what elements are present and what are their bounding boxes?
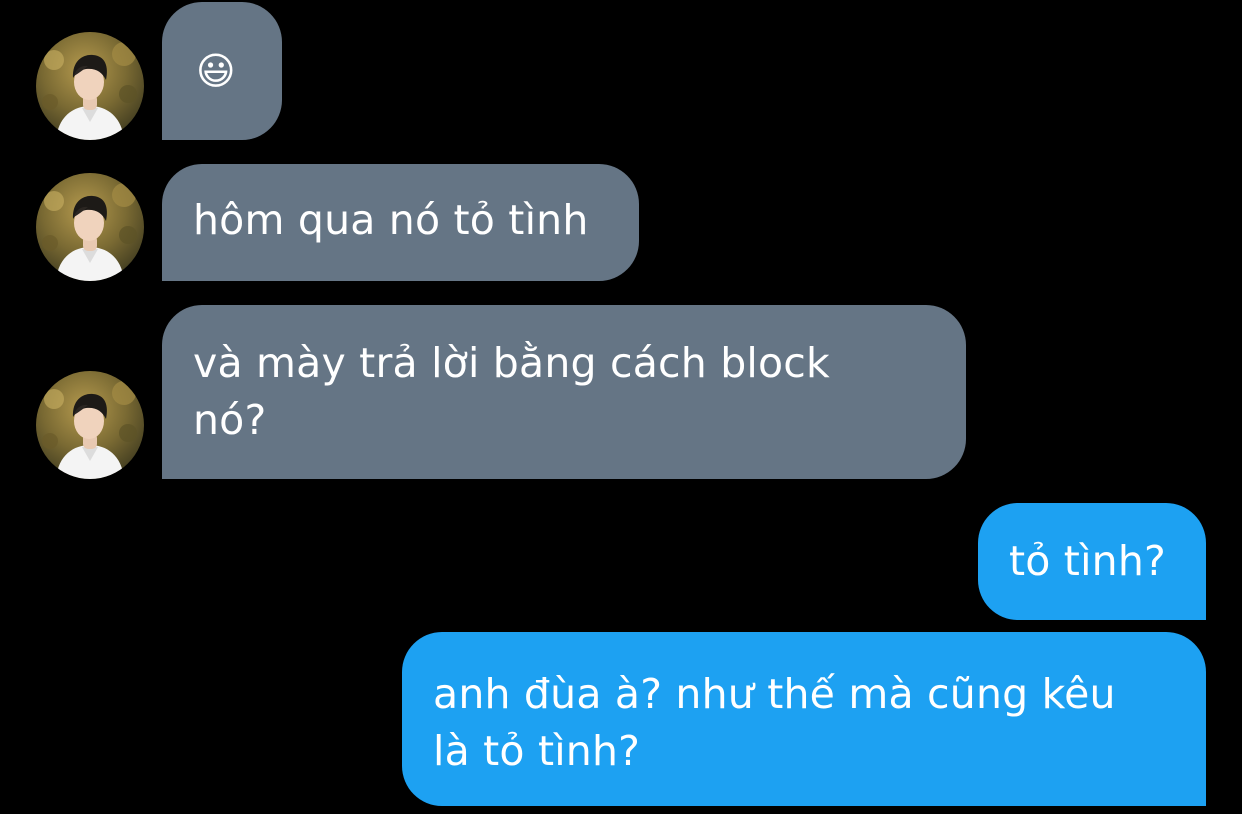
contact-avatar-image	[36, 173, 144, 281]
message-text: hôm qua nó tỏ tình	[193, 196, 589, 244]
message-bubble-outgoing[interactable]: tỏ tình?	[978, 503, 1206, 620]
message-text: anh đùa à? như thế mà cũng kêu là tỏ tìn…	[433, 670, 1116, 775]
message-bubble-incoming[interactable]: và mày trả lời bằng cách block nó?	[162, 305, 966, 479]
contact-avatar-image	[36, 371, 144, 479]
smiley-emoji: 😃	[196, 49, 236, 93]
message-bubble-outgoing[interactable]: anh đùa à? như thế mà cũng kêu là tỏ tìn…	[402, 632, 1206, 806]
contact-avatar[interactable]	[36, 173, 144, 281]
message-bubble-incoming[interactable]: hôm qua nó tỏ tình	[162, 164, 639, 281]
chat-thread: 😃 hôm qua nó tỏ tình và mày trả lời bằng…	[0, 0, 1242, 814]
contact-avatar[interactable]	[36, 32, 144, 140]
contact-avatar-image	[36, 32, 144, 140]
message-bubble-incoming[interactable]: 😃	[162, 2, 282, 140]
message-text: tỏ tình?	[1009, 537, 1166, 585]
contact-avatar[interactable]	[36, 371, 144, 479]
message-text: và mày trả lời bằng cách block nó?	[193, 339, 830, 444]
